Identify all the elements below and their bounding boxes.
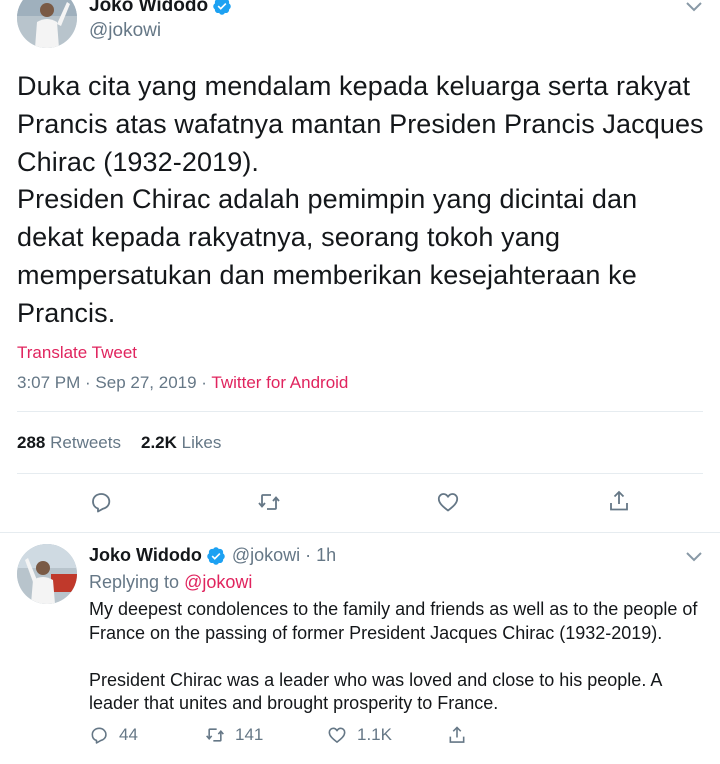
tweet-text-line: Duka cita yang mendalam kepada keluarga … bbox=[17, 71, 691, 101]
retweet-count: 141 bbox=[235, 725, 264, 744]
avatar-photo bbox=[17, 544, 77, 604]
like-button[interactable]: 1.1K bbox=[327, 725, 392, 745]
likes-count: 2.2K bbox=[140, 433, 177, 452]
reply-handle-time[interactable]: @jokowi · 1h bbox=[232, 545, 336, 566]
divider bbox=[17, 473, 703, 474]
author-name-row: Joko Widodo bbox=[89, 0, 232, 17]
retweet-icon[interactable] bbox=[257, 490, 281, 514]
tweet-text-line: Chirac (1932-2019). bbox=[17, 146, 260, 177]
likes-stat[interactable]: 2.2K Likes bbox=[141, 433, 221, 452]
tweet-text: Duka cita yang mendalam kepada keluarga … bbox=[17, 68, 707, 333]
reply-count: 44 bbox=[119, 725, 138, 744]
tweet-text-line: dekat kepada rakyatnya, seorang tokoh ya… bbox=[17, 222, 561, 253]
avatar[interactable] bbox=[17, 0, 77, 48]
author-display-name[interactable]: Joko Widodo bbox=[89, 0, 208, 17]
tweet-timestamp[interactable]: 3:07 PM · Sep 27, 2019 · bbox=[17, 373, 211, 392]
tweet-meta: 3:07 PM · Sep 27, 2019 · Twitter for And… bbox=[17, 373, 348, 393]
verified-icon bbox=[207, 546, 225, 565]
likes-label: Likes bbox=[181, 433, 222, 452]
retweet-icon bbox=[206, 728, 224, 742]
share-icon[interactable] bbox=[607, 489, 631, 513]
main-tweet: Joko Widodo @jokowi Duka cita yang menda… bbox=[0, 0, 720, 533]
reply-author-row: Joko Widodo @jokowi · 1h bbox=[89, 545, 336, 566]
verified-icon bbox=[213, 0, 231, 15]
replying-to-label: Replying to bbox=[89, 572, 185, 592]
reply-text: My deepest condolences to the family and… bbox=[89, 598, 714, 716]
tweet-text-line: Prancis atas wafatnya mantan Presiden Pr… bbox=[17, 108, 704, 139]
replying-to: Replying to @jokowi bbox=[89, 572, 252, 593]
reply-button[interactable]: 44 bbox=[89, 725, 138, 745]
tweet-text-line: Prancis. bbox=[17, 297, 116, 328]
caret-down-icon[interactable] bbox=[684, 0, 704, 14]
translate-tweet-link[interactable]: Translate Tweet bbox=[17, 343, 137, 363]
reply-text-line: My deepest condolences to the family and… bbox=[89, 599, 698, 619]
tweet-source-link[interactable]: Twitter for Android bbox=[211, 373, 348, 392]
retweets-label: Retweets bbox=[50, 433, 121, 452]
retweet-button[interactable]: 141 bbox=[205, 725, 263, 745]
caret-down-icon[interactable] bbox=[684, 550, 704, 564]
avatar-photo bbox=[17, 0, 77, 48]
author-handle[interactable]: @jokowi bbox=[89, 20, 161, 42]
tweet-stats: 288 Retweets 2.2K Likes bbox=[17, 433, 221, 453]
reply-icon[interactable] bbox=[89, 490, 113, 514]
reply-author-name[interactable]: Joko Widodo bbox=[89, 545, 202, 566]
tweet-text-line: mempersatukan dan memberikan kesejahtera… bbox=[17, 259, 637, 290]
replying-to-mention[interactable]: @jokowi bbox=[184, 572, 252, 592]
divider bbox=[17, 411, 703, 412]
like-icon bbox=[328, 727, 346, 743]
reply-text-line: President Chirac was a leader who was lo… bbox=[89, 669, 663, 690]
tweet-text-line: Presiden Chirac adalah pemimpin yang dic… bbox=[17, 184, 638, 215]
retweets-count: 288 bbox=[17, 433, 46, 452]
like-count: 1.1K bbox=[357, 725, 392, 744]
share-icon bbox=[449, 726, 465, 743]
share-button[interactable] bbox=[447, 725, 477, 745]
reply-icon bbox=[91, 727, 107, 744]
retweets-stat[interactable]: 288 Retweets bbox=[17, 433, 121, 452]
avatar[interactable] bbox=[17, 544, 77, 604]
reply-text-line: France on the passing of former Presiden… bbox=[89, 622, 663, 643]
reply-text-line: leader that unites and brought prosperit… bbox=[89, 693, 499, 713]
like-icon[interactable] bbox=[436, 490, 460, 514]
